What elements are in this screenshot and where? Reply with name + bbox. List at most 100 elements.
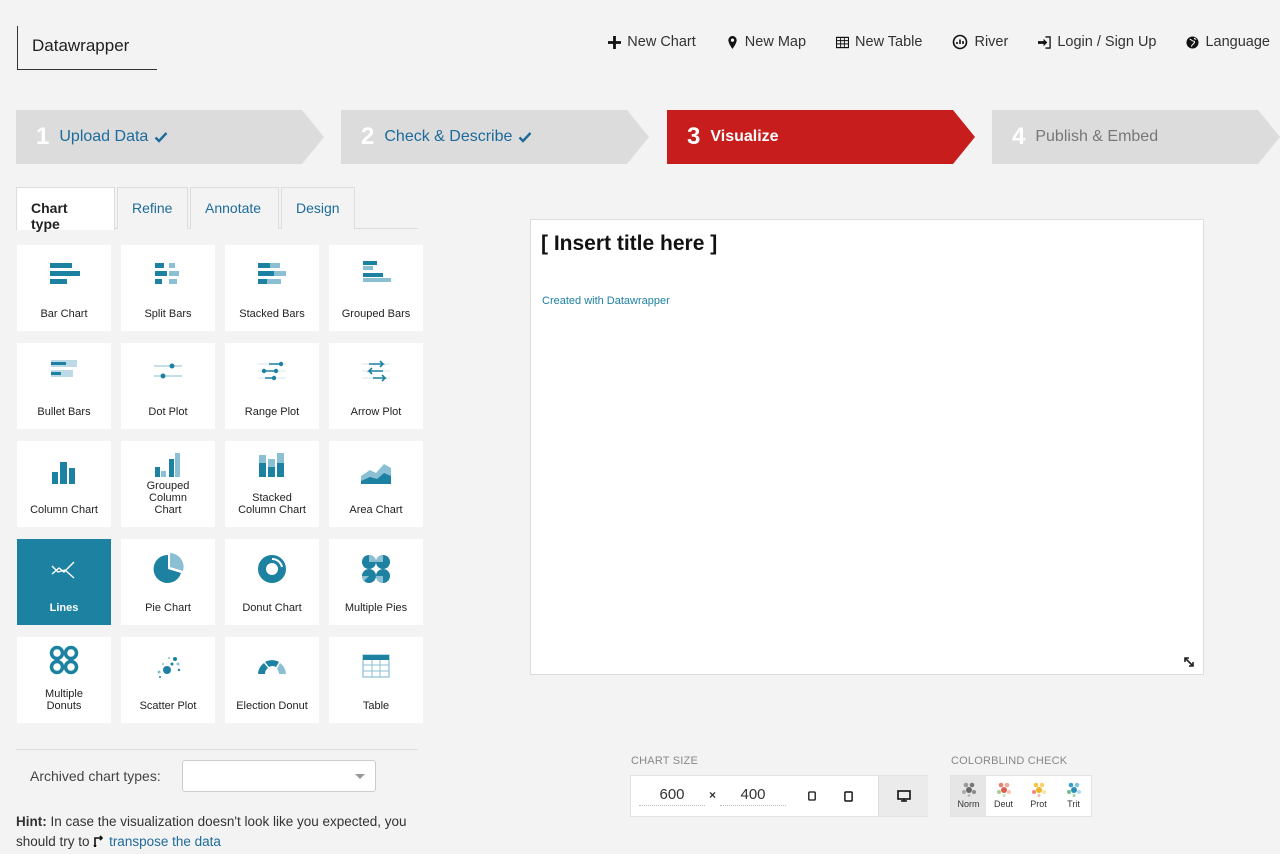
colorblind-deut-button[interactable]: Deut bbox=[986, 776, 1021, 816]
step-upload-data[interactable]: 1 Upload Data bbox=[16, 110, 324, 164]
tab-chart-type[interactable]: Chart type bbox=[16, 187, 115, 232]
donut-chart-icon bbox=[258, 555, 286, 583]
step-visualize[interactable]: 3 Visualize bbox=[667, 110, 975, 164]
scatter-plot-icon bbox=[157, 657, 181, 678]
pie-chart-icon bbox=[153, 553, 184, 583]
chart-type-pie-chart[interactable]: Pie Chart bbox=[121, 539, 215, 625]
tab-refine[interactable]: Refine bbox=[117, 187, 188, 229]
step-label: Publish & Embed bbox=[1035, 128, 1159, 145]
transpose-data-link[interactable]: transpose the data bbox=[109, 834, 221, 849]
colorblind-option-label: Norm bbox=[957, 799, 980, 809]
nav-new-chart[interactable]: New Chart bbox=[608, 34, 696, 50]
tab-annotate[interactable]: Annotate bbox=[190, 187, 279, 229]
colorblind-option-label: Deut bbox=[993, 799, 1013, 809]
desktop-icon bbox=[896, 790, 911, 802]
chart-type-label: Donut Chart bbox=[242, 602, 302, 614]
chart-type-column-chart[interactable]: Column Chart bbox=[17, 441, 111, 527]
nav-login[interactable]: Login / Sign Up bbox=[1038, 34, 1156, 50]
chart-type-multiple-donuts[interactable]: Multiple Donuts bbox=[17, 637, 111, 723]
chart-type-lines[interactable]: Lines bbox=[17, 539, 111, 625]
area-chart-icon bbox=[361, 464, 391, 484]
nav-river[interactable]: River bbox=[952, 34, 1008, 50]
color-dots-icon bbox=[996, 782, 1011, 797]
chart-type-label: Bullet Bars bbox=[37, 406, 91, 418]
colorblind-trit-button[interactable]: Trit bbox=[1056, 776, 1091, 816]
chart-type-scatter-plot[interactable]: Scatter Plot bbox=[121, 637, 215, 723]
step-publish-embed: 4 Publish & Embed bbox=[992, 110, 1280, 164]
split-bars-icon bbox=[155, 263, 179, 284]
step-number: 1 bbox=[36, 123, 50, 150]
bullet-bars-icon bbox=[51, 360, 77, 377]
resize-handle-icon[interactable] bbox=[1183, 656, 1195, 668]
nav-language[interactable]: Language bbox=[1186, 34, 1270, 50]
grouped-bars-icon bbox=[363, 261, 391, 282]
chart-type-donut-chart[interactable]: Donut Chart bbox=[225, 539, 319, 625]
chart-type-arrow-plot[interactable]: Arrow Plot bbox=[329, 343, 423, 429]
chart-type-range-plot[interactable]: Range Plot bbox=[225, 343, 319, 429]
chart-type-grouped-column-chart[interactable]: Grouped Column Chart bbox=[121, 441, 215, 527]
chart-type-dot-plot[interactable]: Dot Plot bbox=[121, 343, 215, 429]
chart-type-label: Election Donut bbox=[236, 700, 308, 712]
chart-height-input[interactable]: 400 bbox=[720, 786, 786, 806]
archived-chart-types-select[interactable] bbox=[182, 760, 376, 792]
top-navigation: New Chart New Map New Table River Login … bbox=[608, 34, 1270, 50]
colorblind-option-label: Trit bbox=[1067, 799, 1080, 809]
chart-width-input[interactable]: 600 bbox=[639, 786, 705, 806]
colorblind-norm-button[interactable]: Norm bbox=[951, 776, 986, 816]
chart-type-label: Range Plot bbox=[244, 406, 300, 418]
device-tablet-button[interactable] bbox=[830, 776, 866, 816]
chart-type-table[interactable]: Table bbox=[329, 637, 423, 723]
range-plot-icon bbox=[258, 361, 286, 381]
chart-type-bar-chart[interactable]: Bar Chart bbox=[17, 245, 111, 331]
multiple-donuts-icon bbox=[49, 645, 79, 675]
chart-type-stacked-bars[interactable]: Stacked Bars bbox=[225, 245, 319, 331]
tab-design[interactable]: Design bbox=[281, 187, 355, 229]
election-donut-icon bbox=[258, 660, 286, 674]
chart-type-stacked-column-chart[interactable]: Stacked Column Chart bbox=[225, 441, 319, 527]
chart-title[interactable]: [ Insert title here ] bbox=[541, 232, 717, 256]
chart-type-label: Arrow Plot bbox=[350, 406, 402, 418]
chart-type-area-chart[interactable]: Area Chart bbox=[329, 441, 423, 527]
nav-label: New Map bbox=[744, 34, 807, 50]
nav-label: Login / Sign Up bbox=[1057, 34, 1157, 50]
hint-text: Hint: In case the visualization doesn't … bbox=[16, 812, 426, 852]
datawrapper-logo[interactable]: Datawrapper bbox=[17, 26, 157, 70]
chart-size-label: CHART SIZE bbox=[631, 755, 698, 767]
device-phone-button[interactable] bbox=[794, 776, 830, 816]
transpose-icon bbox=[93, 835, 104, 849]
color-dots-icon bbox=[961, 782, 976, 797]
tablet-icon bbox=[843, 790, 853, 802]
bar-chart-icon bbox=[50, 263, 80, 284]
chart-size-controls: 600 × 400 bbox=[630, 775, 928, 817]
colorblind-check-controls: Norm Deut Prot Trit bbox=[950, 775, 1092, 817]
nav-label: Language bbox=[1205, 34, 1270, 50]
chart-type-label: Lines bbox=[49, 602, 79, 614]
divider bbox=[16, 749, 418, 750]
chart-type-bullet-bars[interactable]: Bullet Bars bbox=[17, 343, 111, 429]
chart-type-label: Pie Chart bbox=[145, 602, 191, 614]
color-dots-icon bbox=[1066, 782, 1081, 797]
archived-chart-types-label: Archived chart types: bbox=[30, 768, 161, 784]
colorblind-prot-button[interactable]: Prot bbox=[1021, 776, 1056, 816]
nav-new-table[interactable]: New Table bbox=[836, 34, 922, 50]
chart-type-label: Split Bars bbox=[144, 308, 192, 320]
colorblind-option-label: Prot bbox=[1030, 799, 1047, 809]
nav-label: New Table bbox=[855, 34, 923, 50]
chart-type-label: Stacked Column Chart bbox=[238, 492, 306, 516]
chart-type-grouped-bars[interactable]: Grouped Bars bbox=[329, 245, 423, 331]
chart-type-label: Grouped Bars bbox=[341, 308, 411, 320]
chart-type-label: Area Chart bbox=[349, 504, 403, 516]
chart-type-multiple-pies[interactable]: Multiple Pies bbox=[329, 539, 423, 625]
chart-type-label: Multiple Pies bbox=[344, 602, 408, 614]
step-check-describe[interactable]: 2 Check & Describe bbox=[341, 110, 649, 164]
step-label: Upload Data bbox=[59, 128, 149, 145]
nav-label: New Chart bbox=[627, 34, 696, 50]
chart-credit[interactable]: Created with Datawrapper bbox=[542, 295, 670, 307]
nav-new-map[interactable]: New Map bbox=[726, 34, 806, 50]
chart-type-split-bars[interactable]: Split Bars bbox=[121, 245, 215, 331]
chart-type-election-donut[interactable]: Election Donut bbox=[225, 637, 319, 723]
grouped-column-chart-icon bbox=[155, 453, 180, 477]
chart-preview[interactable]: [ Insert title here ] Created with Dataw… bbox=[530, 219, 1204, 675]
step-number: 4 bbox=[1012, 123, 1026, 150]
device-desktop-button[interactable] bbox=[878, 776, 928, 816]
